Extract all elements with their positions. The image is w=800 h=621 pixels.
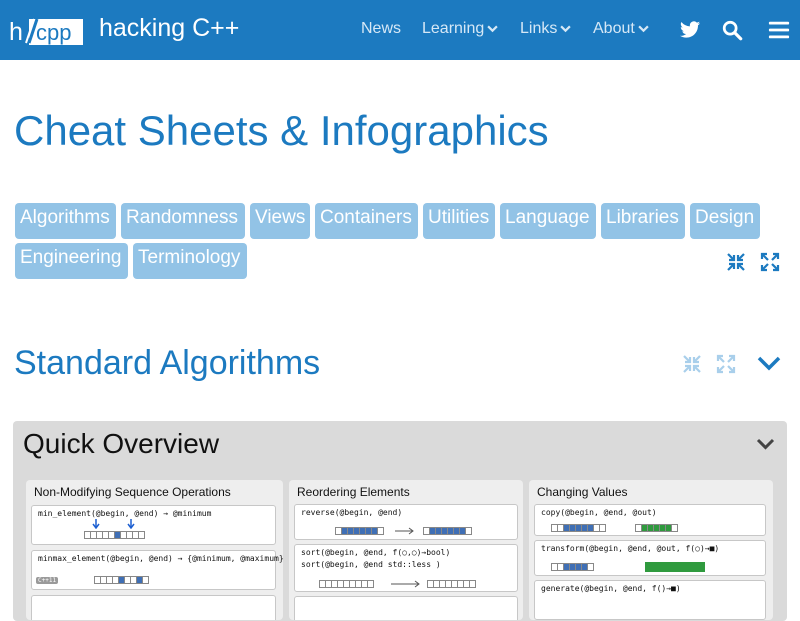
site-title[interactable]: hacking C++ <box>99 13 239 43</box>
section-title: Standard Algorithms <box>14 344 321 382</box>
collapse-section-icon[interactable] <box>682 354 702 374</box>
expand-all-icon[interactable] <box>760 252 780 272</box>
nav-learning-label: Learning <box>422 20 485 37</box>
code-line: transform(@begin, @end, @out, f(○)→■) <box>541 544 720 553</box>
hamburger-menu-icon[interactable] <box>768 19 790 41</box>
svg-text:h: h <box>9 18 23 46</box>
code-snippet: minmax_element(@begin, @end) → {@minimum… <box>31 550 283 590</box>
chevron-down-icon <box>487 25 498 33</box>
logo-graphic: h cpp <box>9 18 83 46</box>
array-cells <box>551 524 606 532</box>
code-line: min_element(@begin, @end) → @minimum <box>38 509 212 518</box>
tag-terminology[interactable]: Terminology <box>133 243 247 279</box>
nav-links-label: Links <box>520 20 558 37</box>
nav-learning[interactable]: Learning <box>422 19 498 39</box>
code-snippet: sort(@begin, @end, f(○,○)→bool) sort(@be… <box>294 544 518 592</box>
tag-algorithms[interactable]: Algorithms <box>15 203 116 239</box>
infographic-card[interactable]: Non-Modifying Sequence Operations min_el… <box>26 480 283 620</box>
infographic-card[interactable]: Reordering Elements reverse(@begin, @end… <box>289 480 523 620</box>
code-line: sort(@begin, @end, f(○,○)→bool) <box>301 548 451 557</box>
tag-containers[interactable]: Containers <box>315 203 418 239</box>
array-cells <box>94 576 149 584</box>
array-cells <box>551 563 594 571</box>
tag-language[interactable]: Language <box>500 203 596 239</box>
array-cells <box>84 531 145 539</box>
code-line: sort(@begin, @end std::less ) <box>301 560 441 569</box>
chevron-down-icon[interactable] <box>757 354 781 372</box>
cpp-version-badge: C++11 <box>36 577 59 584</box>
tag-views[interactable]: Views <box>250 203 310 239</box>
arrow-down-icon <box>92 519 100 529</box>
twitter-icon[interactable] <box>679 19 701 41</box>
tag-libraries[interactable]: Libraries <box>601 203 685 239</box>
code-line: reverse(@begin, @end) <box>301 508 403 517</box>
arrow-right-icon <box>395 527 414 535</box>
chevron-down-icon <box>560 25 572 33</box>
search-icon[interactable] <box>721 19 743 41</box>
code-line: minmax_element(@begin, @end) → {@minimum… <box>38 554 283 563</box>
nav-news[interactable]: News <box>361 19 401 39</box>
svg-text:cpp: cpp <box>36 20 71 45</box>
array-cells <box>335 527 384 535</box>
chevron-down-icon[interactable] <box>756 437 775 451</box>
code-snippet: generate(@begin, @end, f()→■) <box>534 580 766 620</box>
array-cells <box>423 527 472 535</box>
card-title: Changing Values <box>537 485 628 499</box>
site-logo[interactable]: h cpp <box>7 15 83 46</box>
arrow-down-icon <box>127 519 135 529</box>
tag-utilities[interactable]: Utilities <box>423 203 495 239</box>
collapse-all-icon[interactable] <box>726 252 746 272</box>
array-cells <box>319 580 374 588</box>
page-title: Cheat Sheets & Infographics <box>14 107 549 154</box>
array-cells <box>427 580 476 588</box>
card-title: Reordering Elements <box>297 485 410 499</box>
code-line: copy(@begin, @end, @out) <box>541 508 657 517</box>
nav-news-label: News <box>361 20 402 37</box>
nav-about[interactable]: About <box>593 19 649 39</box>
code-snippet: reverse(@begin, @end) <box>294 504 518 540</box>
tag-engineering[interactable]: Engineering <box>15 243 128 279</box>
nav-links[interactable]: Links <box>520 19 572 39</box>
top-navigation-bar: h cpp hacking C++ News Learning Links Ab… <box>0 0 800 60</box>
infographic-card[interactable]: Changing Values copy(@begin, @end, @out)… <box>529 480 773 620</box>
code-snippet: min_element(@begin, @end) → @minimum <box>31 505 276 545</box>
transform-output-bar <box>645 562 705 572</box>
chevron-down-icon <box>638 25 649 33</box>
card-title: Non-Modifying Sequence Operations <box>34 485 231 499</box>
panel-title[interactable]: Quick Overview <box>23 427 219 461</box>
tag-randomness[interactable]: Randomness <box>121 203 245 239</box>
code-snippet: transform(@begin, @end, @out, f(○)→■) <box>534 540 766 576</box>
tag-design[interactable]: Design <box>690 203 760 239</box>
array-cells <box>635 524 678 532</box>
code-snippet <box>31 595 276 620</box>
expand-section-icon[interactable] <box>716 354 736 374</box>
nav-about-label: About <box>593 20 635 37</box>
quick-overview-panel: Quick Overview Non-Modifying Sequence Op… <box>13 421 787 621</box>
code-snippet: copy(@begin, @end, @out) <box>534 504 766 536</box>
arrow-right-icon <box>391 580 420 588</box>
code-line: generate(@begin, @end, f()→■) <box>541 584 681 593</box>
